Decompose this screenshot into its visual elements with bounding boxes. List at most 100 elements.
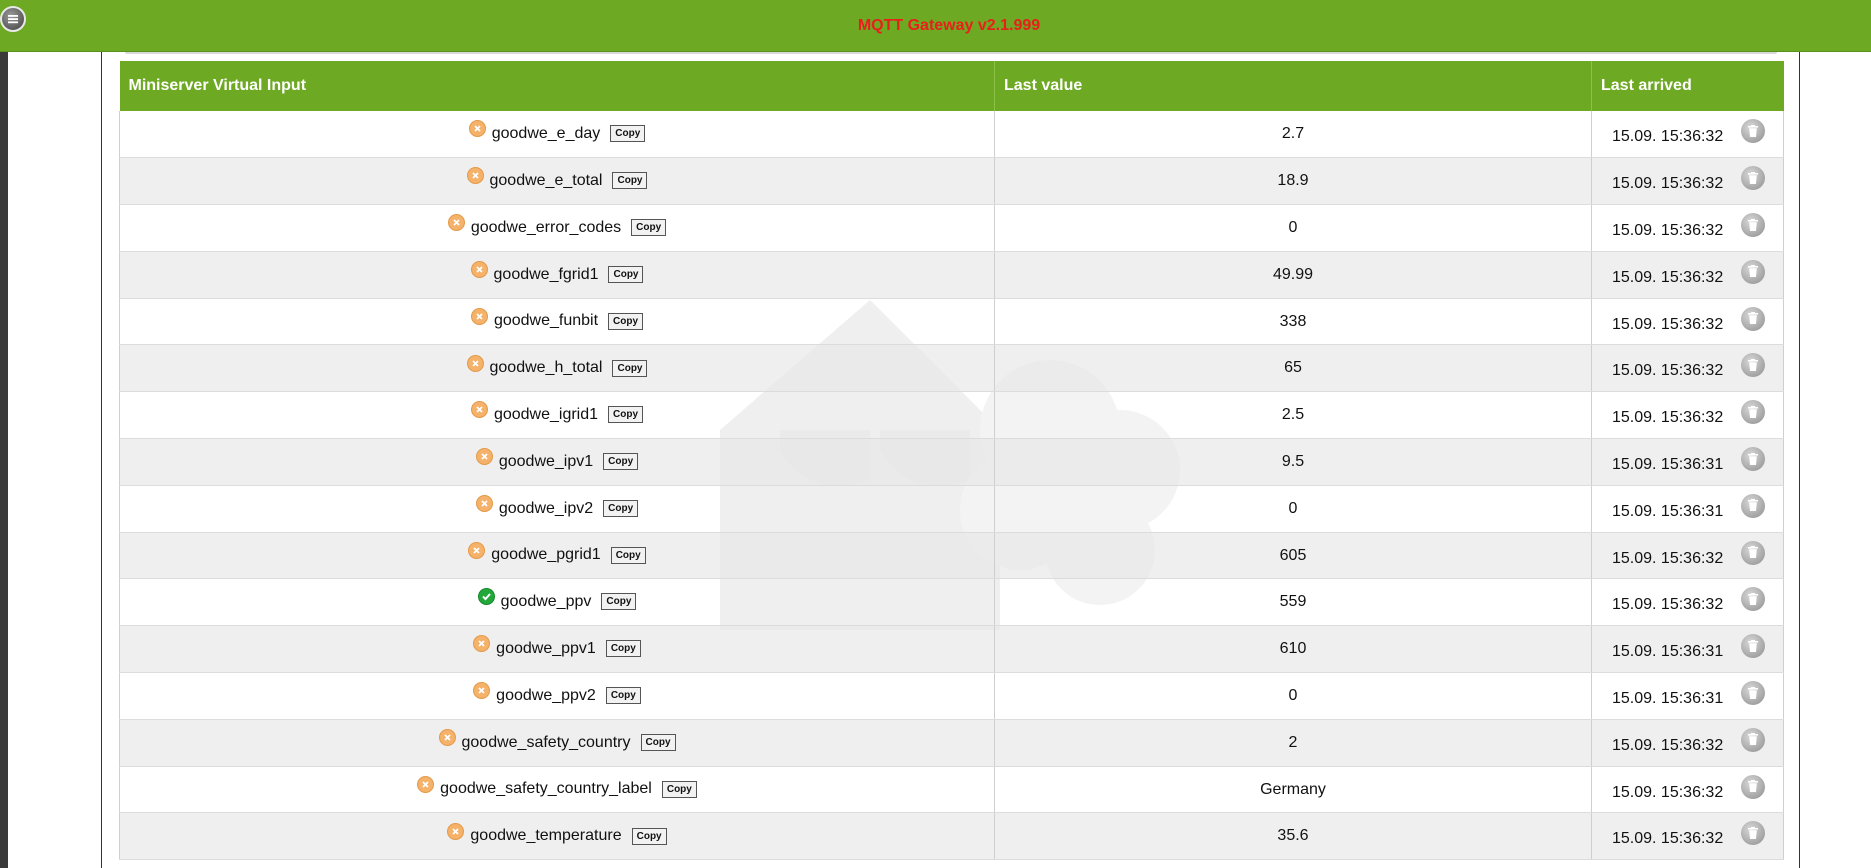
table-row: goodwe_ipv1 Copy 9.5 15.09. 15:36:31 (119, 438, 1784, 486)
last-arrived-cell: 15.09. 15:36:31 (1591, 625, 1784, 674)
input-cell: goodwe_pgrid1 Copy (119, 532, 995, 580)
trash-icon[interactable] (1741, 213, 1765, 238)
copy-button[interactable]: Copy (603, 453, 639, 471)
last-arrived-cell: 15.09. 15:36:32 (1591, 111, 1784, 159)
table-row: goodwe_error_codes Copy 0 15.09. 15:36:32 (119, 204, 1784, 252)
last-arrived-cell: 15.09. 15:36:31 (1591, 672, 1784, 720)
copy-button[interactable]: Copy (610, 125, 646, 143)
input-name: goodwe_ppv2 (496, 686, 596, 704)
table-row: goodwe_ipv2 Copy 0 15.09. 15:36:31 (119, 485, 1784, 533)
warning-x-icon (466, 167, 484, 185)
copy-button[interactable]: Copy (612, 359, 648, 377)
last-arrived-cell: 15.09. 15:36:32 (1591, 812, 1784, 861)
warning-x-icon (468, 120, 486, 138)
trash-icon[interactable] (1741, 634, 1765, 659)
trash-icon[interactable] (1741, 821, 1765, 846)
input-name: goodwe_ipv1 (498, 452, 594, 470)
copy-button[interactable]: Copy (605, 687, 641, 705)
trash-icon[interactable] (1741, 119, 1765, 143)
table-row: goodwe_safety_country_label Copy Germany 15… (119, 766, 1784, 814)
copy-button[interactable]: Copy (608, 406, 644, 424)
warning-x-icon (470, 261, 488, 279)
warning-x-icon (470, 307, 488, 325)
timestamp: 15.09. 15:36:32 (1612, 315, 1724, 333)
copy-button[interactable]: Copy (608, 266, 644, 284)
input-cell: goodwe_e_day Copy (119, 111, 995, 159)
trash-icon[interactable] (1741, 727, 1765, 752)
trash-icon[interactable] (1741, 681, 1765, 706)
copy-button[interactable]: Copy (610, 546, 646, 564)
copy-button[interactable]: Copy (601, 593, 637, 611)
last-arrived-cell: 15.09. 15:36:31 (1591, 438, 1784, 486)
table-row: goodwe_e_day Copy 2.7 15.09. 15:36:32 (119, 111, 1784, 159)
timestamp: 15.09. 15:36:31 (1612, 455, 1724, 473)
table-row: goodwe_ppv2 Copy 0 15.09. 15:36:31 (119, 672, 1784, 720)
timestamp: 15.09. 15:36:32 (1612, 783, 1724, 801)
copy-button[interactable]: Copy (631, 219, 667, 237)
last-value-cell: 9.5 (994, 438, 1592, 486)
input-name: goodwe_safety_country_label (440, 780, 652, 798)
input-cell: goodwe_ipv1 Copy (119, 438, 995, 486)
warning-x-icon (475, 448, 493, 466)
input-cell: goodwe_ipv2 Copy (119, 485, 995, 533)
trash-icon[interactable] (1741, 447, 1765, 472)
trash-icon[interactable] (1741, 353, 1765, 378)
copy-button[interactable]: Copy (605, 640, 641, 658)
warning-x-icon (447, 822, 465, 840)
timestamp: 15.09. 15:36:32 (1612, 175, 1724, 193)
timestamp: 15.09. 15:36:32 (1612, 128, 1724, 146)
copy-button[interactable]: Copy (631, 827, 667, 845)
last-arrived-cell: 15.09. 15:36:32 (1591, 344, 1784, 393)
warning-x-icon (447, 214, 465, 232)
frame-divider (125, 52, 1777, 54)
warning-x-icon (468, 541, 486, 559)
checkmark-icon (477, 588, 495, 606)
last-value-cell: Germany (994, 766, 1592, 814)
last-arrived-cell: 15.09. 15:36:32 (1591, 251, 1784, 299)
last-arrived-cell: 15.09. 15:36:32 (1591, 578, 1784, 627)
trash-icon[interactable] (1741, 400, 1765, 425)
trash-icon[interactable] (1741, 540, 1765, 565)
last-value-cell: 49.99 (994, 251, 1592, 299)
column-header-last-arrived[interactable]: Last arrived (1591, 61, 1784, 111)
last-value-cell: 605 (994, 532, 1592, 580)
copy-button[interactable]: Copy (603, 500, 639, 518)
copy-button[interactable]: Copy (661, 780, 697, 798)
trash-icon[interactable] (1741, 493, 1765, 518)
input-name: goodwe_igrid1 (493, 405, 599, 423)
timestamp: 15.09. 15:36:31 (1612, 689, 1724, 707)
last-value-cell: 35.6 (994, 812, 1592, 861)
table-row: goodwe_e_total Copy 18.9 15.09. 15:36:32 (119, 157, 1784, 206)
last-arrived-cell: 15.09. 15:36:32 (1591, 532, 1784, 580)
warning-x-icon (473, 682, 491, 700)
last-arrived-cell: 15.09. 15:36:32 (1591, 204, 1784, 252)
table-body: goodwe_e_day Copy 2.7 15.09. 15:36:32 goodwe… (119, 111, 1784, 861)
warning-x-icon (438, 729, 456, 746)
copy-button[interactable]: Copy (608, 312, 644, 330)
trash-icon[interactable] (1741, 166, 1765, 191)
column-header-last-value[interactable]: Last value (994, 61, 1592, 111)
input-name: goodwe_ipv2 (498, 499, 594, 517)
column-header-input[interactable]: Miniserver Virtual Input (119, 61, 995, 111)
left-edge-strip (0, 0, 8, 868)
timestamp: 15.09. 15:36:32 (1612, 736, 1724, 754)
input-cell: goodwe_error_codes Copy (119, 204, 995, 252)
warning-x-icon (475, 495, 493, 513)
timestamp: 15.09. 15:36:31 (1612, 502, 1724, 520)
trash-icon[interactable] (1741, 306, 1765, 331)
table-row: goodwe_h_total Copy 65 15.09. 15:36:32 (119, 344, 1784, 393)
last-value-cell: 559 (994, 578, 1592, 627)
input-cell: goodwe_ppv2 Copy (119, 672, 995, 720)
trash-icon[interactable] (1741, 774, 1765, 799)
last-value-cell: 0 (994, 672, 1592, 720)
copy-button[interactable]: Copy (612, 172, 648, 190)
input-cell: goodwe_safety_country Copy (119, 719, 995, 767)
timestamp: 15.09. 15:36:32 (1612, 268, 1724, 286)
copy-button[interactable]: Copy (640, 734, 676, 751)
last-value-cell: 18.9 (994, 157, 1592, 206)
trash-icon[interactable] (1741, 259, 1765, 284)
trash-icon[interactable] (1741, 587, 1765, 612)
last-value-cell: 2 (994, 719, 1592, 767)
warning-x-icon (466, 354, 484, 372)
input-cell: goodwe_h_total Copy (119, 344, 995, 393)
